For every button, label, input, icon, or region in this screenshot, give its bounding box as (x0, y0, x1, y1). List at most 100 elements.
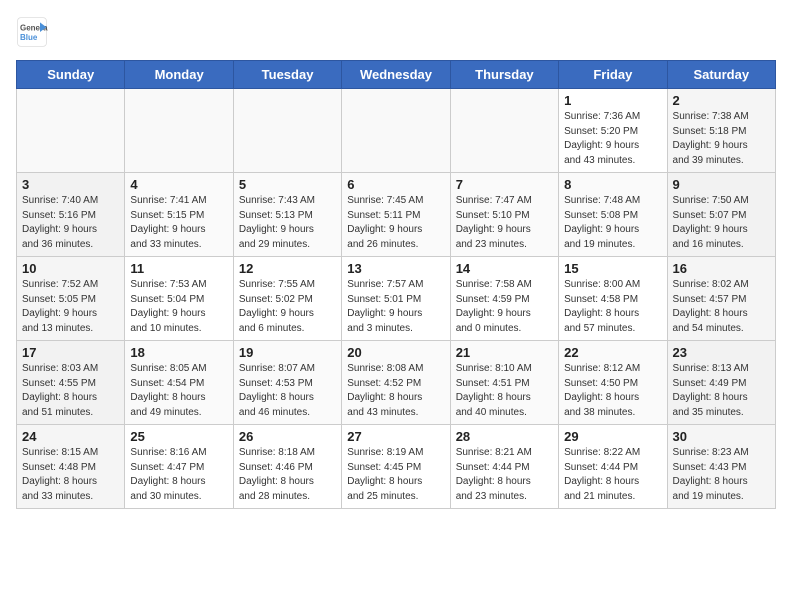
calendar-cell: 16 Sunrise: 8:02 AM Sunset: 4:57 PM Dayli… (667, 257, 775, 341)
day-info: Sunrise: 8:07 AM Sunset: 4:53 PM Dayligh… (239, 362, 336, 420)
day-number: 4 (130, 177, 227, 192)
day-number: 13 (347, 261, 444, 276)
calendar-cell: 27 Sunrise: 8:19 AM Sunset: 4:45 PM Dayli… (342, 425, 450, 509)
calendar-cell (125, 89, 233, 173)
day-info: Sunrise: 8:23 AM Sunset: 4:43 PM Dayligh… (673, 446, 770, 504)
day-info: Sunrise: 7:43 AM Sunset: 5:13 PM Dayligh… (239, 194, 336, 252)
header: General Blue (16, 16, 776, 48)
calendar-cell: 24 Sunrise: 8:15 AM Sunset: 4:48 PM Dayli… (17, 425, 125, 509)
day-number: 26 (239, 429, 336, 444)
calendar-cell: 29 Sunrise: 8:22 AM Sunset: 4:44 PM Dayli… (559, 425, 667, 509)
day-info: Sunrise: 7:48 AM Sunset: 5:08 PM Dayligh… (564, 194, 661, 252)
calendar-cell: 10 Sunrise: 7:52 AM Sunset: 5:05 PM Dayli… (17, 257, 125, 341)
weekday-header-monday: Monday (125, 61, 233, 89)
day-info: Sunrise: 8:13 AM Sunset: 4:49 PM Dayligh… (673, 362, 770, 420)
day-info: Sunrise: 7:36 AM Sunset: 5:20 PM Dayligh… (564, 110, 661, 168)
day-info: Sunrise: 8:15 AM Sunset: 4:48 PM Dayligh… (22, 446, 119, 504)
day-info: Sunrise: 8:03 AM Sunset: 4:55 PM Dayligh… (22, 362, 119, 420)
day-info: Sunrise: 7:55 AM Sunset: 5:02 PM Dayligh… (239, 278, 336, 336)
day-number: 3 (22, 177, 119, 192)
calendar-cell: 30 Sunrise: 8:23 AM Sunset: 4:43 PM Dayli… (667, 425, 775, 509)
day-number: 1 (564, 93, 661, 108)
day-number: 5 (239, 177, 336, 192)
calendar-cell (342, 89, 450, 173)
day-number: 9 (673, 177, 770, 192)
calendar-header: SundayMondayTuesdayWednesdayThursdayFrid… (17, 61, 776, 89)
day-number: 21 (456, 345, 553, 360)
calendar-cell: 5 Sunrise: 7:43 AM Sunset: 5:13 PM Daylig… (233, 173, 341, 257)
calendar-cell: 18Sunrise: 8:05 AM Sunset: 4:54 PM Dayli… (125, 341, 233, 425)
calendar-cell: 21Sunrise: 8:10 AM Sunset: 4:51 PM Dayli… (450, 341, 558, 425)
calendar-cell (233, 89, 341, 173)
weekday-header-saturday: Saturday (667, 61, 775, 89)
calendar-cell: 1 Sunrise: 7:36 AM Sunset: 5:20 PM Daylig… (559, 89, 667, 173)
calendar-cell (450, 89, 558, 173)
day-info: Sunrise: 7:52 AM Sunset: 5:05 PM Dayligh… (22, 278, 119, 336)
day-number: 10 (22, 261, 119, 276)
calendar-cell: 23 Sunrise: 8:13 AM Sunset: 4:49 PM Dayli… (667, 341, 775, 425)
day-info: Sunrise: 8:16 AM Sunset: 4:47 PM Dayligh… (130, 446, 227, 504)
day-info: Sunrise: 8:21 AM Sunset: 4:44 PM Dayligh… (456, 446, 553, 504)
day-number: 24 (22, 429, 119, 444)
day-number: 12 (239, 261, 336, 276)
calendar-week-4: 17 Sunrise: 8:03 AM Sunset: 4:55 PM Dayli… (17, 341, 776, 425)
calendar-cell: 17 Sunrise: 8:03 AM Sunset: 4:55 PM Dayli… (17, 341, 125, 425)
day-info: Sunrise: 8:02 AM Sunset: 4:57 PM Dayligh… (673, 278, 770, 336)
calendar-week-1: 1 Sunrise: 7:36 AM Sunset: 5:20 PM Daylig… (17, 89, 776, 173)
day-info: Sunrise: 8:12 AM Sunset: 4:50 PM Dayligh… (564, 362, 661, 420)
day-number: 11 (130, 261, 227, 276)
day-info: Sunrise: 7:50 AM Sunset: 5:07 PM Dayligh… (673, 194, 770, 252)
day-info: Sunrise: 8:22 AM Sunset: 4:44 PM Dayligh… (564, 446, 661, 504)
calendar-cell: 15 Sunrise: 8:00 AM Sunset: 4:58 PM Dayli… (559, 257, 667, 341)
calendar-cell: 6 Sunrise: 7:45 AM Sunset: 5:11 PM Daylig… (342, 173, 450, 257)
day-number: 6 (347, 177, 444, 192)
calendar-week-3: 10 Sunrise: 7:52 AM Sunset: 5:05 PM Dayli… (17, 257, 776, 341)
day-number: 27 (347, 429, 444, 444)
calendar-cell: 13Sunrise: 7:57 AM Sunset: 5:01 PM Dayli… (342, 257, 450, 341)
day-number: 29 (564, 429, 661, 444)
day-info: Sunrise: 8:00 AM Sunset: 4:58 PM Dayligh… (564, 278, 661, 336)
calendar-cell: 26 Sunrise: 8:18 AM Sunset: 4:46 PM Dayli… (233, 425, 341, 509)
calendar-cell: 19 Sunrise: 8:07 AM Sunset: 4:53 PM Dayli… (233, 341, 341, 425)
day-info: Sunrise: 8:18 AM Sunset: 4:46 PM Dayligh… (239, 446, 336, 504)
logo-icon: General Blue (16, 16, 48, 48)
weekday-row: SundayMondayTuesdayWednesdayThursdayFrid… (17, 61, 776, 89)
calendar-cell: 11Sunrise: 7:53 AM Sunset: 5:04 PM Dayli… (125, 257, 233, 341)
day-number: 19 (239, 345, 336, 360)
day-number: 8 (564, 177, 661, 192)
calendar-body: 1 Sunrise: 7:36 AM Sunset: 5:20 PM Daylig… (17, 89, 776, 509)
day-number: 25 (130, 429, 227, 444)
calendar-week-2: 3 Sunrise: 7:40 AM Sunset: 5:16 PM Daylig… (17, 173, 776, 257)
day-info: Sunrise: 7:58 AM Sunset: 4:59 PM Dayligh… (456, 278, 553, 336)
day-info: Sunrise: 7:38 AM Sunset: 5:18 PM Dayligh… (673, 110, 770, 168)
day-number: 2 (673, 93, 770, 108)
day-number: 23 (673, 345, 770, 360)
day-number: 7 (456, 177, 553, 192)
day-info: Sunrise: 7:40 AM Sunset: 5:16 PM Dayligh… (22, 194, 119, 252)
calendar-week-5: 24 Sunrise: 8:15 AM Sunset: 4:48 PM Dayli… (17, 425, 776, 509)
calendar-cell: 2 Sunrise: 7:38 AM Sunset: 5:18 PM Daylig… (667, 89, 775, 173)
weekday-header-wednesday: Wednesday (342, 61, 450, 89)
weekday-header-sunday: Sunday (17, 61, 125, 89)
svg-text:Blue: Blue (20, 33, 38, 42)
day-number: 17 (22, 345, 119, 360)
day-info: Sunrise: 7:45 AM Sunset: 5:11 PM Dayligh… (347, 194, 444, 252)
day-number: 15 (564, 261, 661, 276)
day-number: 22 (564, 345, 661, 360)
weekday-header-tuesday: Tuesday (233, 61, 341, 89)
day-info: Sunrise: 7:41 AM Sunset: 5:15 PM Dayligh… (130, 194, 227, 252)
calendar-cell: 8 Sunrise: 7:48 AM Sunset: 5:08 PM Daylig… (559, 173, 667, 257)
day-number: 16 (673, 261, 770, 276)
day-number: 28 (456, 429, 553, 444)
weekday-header-thursday: Thursday (450, 61, 558, 89)
calendar-cell: 12 Sunrise: 7:55 AM Sunset: 5:02 PM Dayli… (233, 257, 341, 341)
calendar-cell: 20Sunrise: 8:08 AM Sunset: 4:52 PM Dayli… (342, 341, 450, 425)
weekday-header-friday: Friday (559, 61, 667, 89)
calendar-cell: 25 Sunrise: 8:16 AM Sunset: 4:47 PM Dayli… (125, 425, 233, 509)
day-number: 20 (347, 345, 444, 360)
day-number: 30 (673, 429, 770, 444)
day-info: Sunrise: 8:05 AM Sunset: 4:54 PM Dayligh… (130, 362, 227, 420)
day-number: 14 (456, 261, 553, 276)
calendar-cell: 9 Sunrise: 7:50 AM Sunset: 5:07 PM Daylig… (667, 173, 775, 257)
day-info: Sunrise: 8:19 AM Sunset: 4:45 PM Dayligh… (347, 446, 444, 504)
